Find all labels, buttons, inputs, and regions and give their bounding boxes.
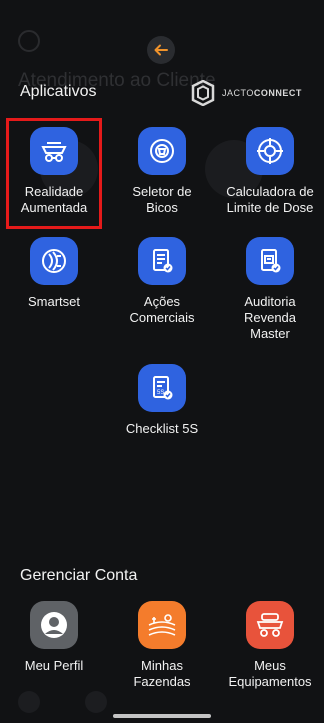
background-tab [18, 691, 40, 713]
smartset-icon [30, 237, 78, 285]
equipment-icon [246, 601, 294, 649]
augmented-reality-icon [30, 127, 78, 175]
checklist-5s-icon: 5S [138, 364, 186, 412]
profile-icon [30, 601, 78, 649]
audit-icon [246, 237, 294, 285]
background-tab [85, 691, 107, 713]
app-auditoria-revenda-master[interactable]: Auditoria Revenda Master [216, 237, 324, 342]
app-smartset[interactable]: Smartset [0, 237, 108, 310]
jacto-connect-logo: JACTOCONNECT [190, 80, 302, 106]
app-label: Meus Equipamentos [228, 658, 312, 689]
logo-text-bold: CONNECT [253, 88, 302, 98]
app-calculadora-limite-dose[interactable]: Calculadora de Limite de Dose [216, 127, 324, 216]
account-minhas-fazendas[interactable]: Minhas Fazendas [108, 601, 216, 690]
gesture-nav-bar[interactable] [113, 714, 211, 718]
app-checklist-5s[interactable]: 5S Checklist 5S [108, 364, 216, 437]
nozzle-selector-icon [138, 127, 186, 175]
app-label: Smartset [27, 294, 80, 309]
arrow-left-icon [154, 44, 168, 56]
dose-calculator-icon [246, 127, 294, 175]
account-meu-perfil[interactable]: Meu Perfil [0, 601, 108, 674]
app-label: Ações Comerciais [129, 294, 195, 325]
app-label: Checklist 5S [125, 421, 199, 436]
apps-section-title: Aplicativos [20, 83, 97, 100]
app-acoes-comerciais[interactable]: Ações Comerciais [108, 237, 216, 326]
jacto-logo-icon [191, 80, 215, 106]
app-label: Minhas Fazendas [133, 658, 191, 689]
app-label: Realidade Aumentada [20, 184, 88, 215]
app-seletor-de-bicos[interactable]: Seletor de Bicos [108, 127, 216, 216]
account-meus-equipamentos[interactable]: Meus Equipamentos [216, 601, 324, 690]
commercial-actions-icon [138, 237, 186, 285]
app-label: Auditoria Revenda Master [243, 294, 297, 341]
app-label: Meu Perfil [24, 658, 84, 673]
app-label: Seletor de Bicos [132, 184, 192, 215]
svg-text:5S: 5S [157, 390, 164, 396]
background-avatar [18, 30, 40, 52]
farm-icon [138, 601, 186, 649]
app-label: Calculadora de Limite de Dose [226, 184, 314, 215]
back-button[interactable] [147, 36, 175, 64]
account-section-title: Gerenciar Conta [20, 567, 138, 584]
app-realidade-aumentada[interactable]: Realidade Aumentada [0, 127, 108, 216]
logo-text-light: JACTO [222, 88, 254, 98]
